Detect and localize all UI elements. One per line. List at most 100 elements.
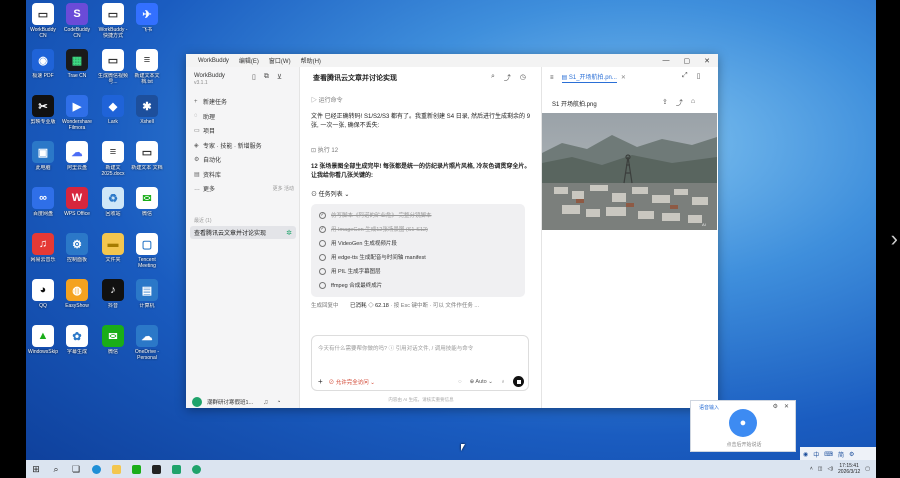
explorer-icon[interactable] bbox=[106, 460, 126, 478]
desktop-icon[interactable]: ◉ 极速 PDF bbox=[26, 49, 60, 85]
sidebar-item[interactable]: ▤ 资料库 bbox=[194, 169, 294, 180]
desktop-icon[interactable]: W WPS Office bbox=[60, 187, 94, 223]
desktop-icon[interactable]: ☁ 阿里云盘 bbox=[60, 141, 94, 177]
desktop-icon[interactable]: ♻ 回收站 bbox=[96, 187, 130, 223]
menu-edit[interactable]: 编辑(E) bbox=[239, 56, 259, 65]
tray-arrow-icon[interactable]: ˄ bbox=[810, 466, 813, 472]
copy-icon[interactable]: ⧉ bbox=[264, 73, 269, 81]
filter-icon[interactable]: ⊻ bbox=[277, 73, 282, 81]
wechat-taskbar-icon[interactable] bbox=[126, 460, 146, 478]
sidebar-item[interactable]: + 新建任务 bbox=[194, 96, 294, 107]
pin-icon[interactable]: ✲ bbox=[286, 229, 292, 237]
taskbar-search-icon[interactable]: ⌕ bbox=[46, 460, 66, 478]
maximize-icon[interactable]: ▢ bbox=[684, 57, 691, 65]
desktop-icon[interactable]: ▤ 计算机 bbox=[130, 279, 164, 315]
terminal-taskbar-icon[interactable] bbox=[146, 460, 166, 478]
desktop-icon[interactable]: ▭ 新建文本 文档 bbox=[130, 141, 164, 177]
task-item[interactable]: 用 PIL 生成字幕图层 bbox=[319, 267, 381, 275]
chat-input[interactable]: 今天有什么需要帮你做的吗? ⓘ 引用对话文件, / 调用技能与命令 + ⊘ 允许… bbox=[311, 335, 529, 391]
ime-logo-icon[interactable]: ◉ bbox=[803, 451, 808, 458]
sidebar-item[interactable]: ⚙ 自动化 bbox=[194, 154, 294, 165]
microphone-button[interactable]: ● bbox=[729, 409, 757, 437]
panel-icon[interactable]: ▯ bbox=[697, 72, 701, 80]
upload-icon[interactable]: ⇪ bbox=[662, 98, 668, 108]
task-item[interactable]: 用 edge-tts 生成配音与时间轴 manifest bbox=[319, 253, 426, 261]
desktop-icon[interactable]: ♪ 抖音 bbox=[96, 279, 130, 315]
tab-close-icon[interactable]: ✕ bbox=[621, 74, 626, 81]
stop-button[interactable] bbox=[513, 376, 524, 387]
desktop-icon[interactable]: ≡ 新建文 2025.docx bbox=[96, 141, 130, 177]
desktop-icon[interactable]: ◍ EasyShow bbox=[60, 279, 94, 315]
desktop-icon[interactable]: ▬ 文件夹 bbox=[96, 233, 130, 269]
preview-tab[interactable]: ▤ S1_开场航拍.pn... bbox=[561, 72, 617, 83]
ime-settings-icon[interactable]: ⚙ bbox=[849, 451, 854, 458]
start-icon[interactable]: ⊞ bbox=[26, 460, 46, 478]
share-file-icon[interactable]: ⤴ bbox=[676, 98, 683, 108]
expand-icon[interactable]: ⤢ bbox=[682, 72, 688, 80]
sidebar-item[interactable]: ◈ 专家 · 技能 · 新增服务 bbox=[194, 140, 294, 151]
desktop-icon[interactable]: ✈ 飞书 bbox=[130, 3, 164, 39]
user-area[interactable]: 潮群研讨寒假班1... ♫ ◔ bbox=[192, 397, 281, 407]
task-item[interactable]: 用 VideoGen 生成视频片段 bbox=[319, 239, 397, 247]
run-command-step[interactable]: ▷ 运行命令 bbox=[311, 97, 533, 106]
task-list-header[interactable]: ⊙ 任务列表 ⌄ bbox=[311, 191, 533, 200]
menu-window[interactable]: 窗口(W) bbox=[269, 56, 291, 65]
bell-icon[interactable]: ♫ bbox=[263, 399, 268, 406]
task-item[interactable]: ✓ 仿写脚本《阿诺的矿业危》 完整分镜脚本 bbox=[319, 211, 432, 219]
app-taskbar-icon[interactable] bbox=[166, 460, 186, 478]
edge-icon[interactable] bbox=[86, 460, 106, 478]
desktop-icon[interactable]: ▭ WorkBuddy - 快捷方式 bbox=[96, 3, 130, 39]
desktop-icon[interactable]: ✱ Xshell bbox=[130, 95, 164, 131]
desktop-icon[interactable]: ✿ 字幕生成 bbox=[60, 325, 94, 361]
sidebar-item[interactable]: ◌ 助理 bbox=[194, 111, 294, 122]
sidebar-item[interactable]: … 更多 更多 活动 bbox=[194, 183, 294, 194]
history-icon[interactable]: ◷ bbox=[520, 73, 526, 83]
list-toggle-icon[interactable]: ≡ bbox=[550, 75, 554, 81]
desktop-icon[interactable]: ▭ WorkBuddy CN bbox=[26, 3, 60, 39]
desktop-icon[interactable]: ⚙ 控制面板 bbox=[60, 233, 94, 269]
add-icon[interactable]: + bbox=[318, 377, 323, 386]
preview-image[interactable]: AI bbox=[542, 113, 717, 230]
ime-simplified[interactable]: 简 bbox=[838, 450, 844, 459]
desktop-icon[interactable]: ✂ 剪映专业版 bbox=[26, 95, 60, 131]
mic-icon[interactable]: ♁ bbox=[501, 379, 505, 385]
menu-help[interactable]: 帮助(H) bbox=[301, 56, 321, 65]
ime-keyboard-icon[interactable]: ⌨ bbox=[824, 451, 833, 458]
avatar[interactable] bbox=[192, 397, 202, 407]
desktop-icon[interactable]: ◆ Lark bbox=[96, 95, 130, 131]
workbuddy-taskbar-icon[interactable] bbox=[186, 460, 206, 478]
desktop-icon[interactable]: ✉ 微信 bbox=[130, 187, 164, 223]
network-icon[interactable]: ◫ bbox=[818, 466, 823, 472]
folder-icon[interactable]: ⌂ bbox=[691, 98, 695, 108]
mode-dropdown[interactable]: ⊕ Auto ⌄ bbox=[470, 379, 493, 385]
desktop-icon[interactable]: ◕ QQ bbox=[26, 279, 60, 315]
layout-icon[interactable]: ▯ bbox=[252, 73, 256, 81]
sidebar-item[interactable]: ▭ 项目 bbox=[194, 125, 294, 136]
run-step[interactable]: ⊡ 执行 12 bbox=[311, 147, 533, 156]
settings-icon[interactable]: ⚙ bbox=[773, 403, 778, 410]
sidebar-active-task[interactable]: 查看腾讯云文章并讨论实现 ✲ bbox=[190, 226, 296, 239]
clock[interactable]: 17:15:41 2026/3/12 bbox=[838, 463, 860, 475]
search-icon[interactable]: ⌕ bbox=[491, 73, 495, 83]
desktop-icon[interactable]: ▶ Wondershare Filmora bbox=[60, 95, 94, 131]
task-item[interactable]: ffmpeg 合成最终成片 bbox=[319, 281, 382, 289]
desktop-icon[interactable]: S CodeBuddy CN bbox=[60, 3, 94, 39]
permission-dropdown[interactable]: ⊘ 允许完全访问 ⌄ bbox=[329, 378, 375, 386]
notification-icon[interactable]: ▢ bbox=[865, 466, 870, 472]
close-icon[interactable]: ✕ bbox=[704, 57, 710, 65]
desktop-icon[interactable]: ▲ WindowsSkip bbox=[26, 325, 60, 361]
desktop-icon[interactable]: ▦ Trae CN bbox=[60, 49, 94, 85]
desktop-icon[interactable]: ♫ 网易云音乐 bbox=[26, 233, 60, 269]
minimize-icon[interactable]: — bbox=[663, 57, 670, 65]
desktop-icon[interactable]: ▭ 生成微信视频 号... bbox=[96, 49, 130, 85]
voice-close-icon[interactable]: ✕ bbox=[784, 403, 789, 410]
ime-mode-chinese[interactable]: 中 bbox=[813, 450, 819, 459]
desktop-icon[interactable]: ▣ 此电脑 bbox=[26, 141, 60, 177]
share-icon[interactable]: ⤴ bbox=[504, 73, 511, 83]
desktop-icon[interactable]: ✉ 微信 bbox=[96, 325, 130, 361]
chat-icon[interactable]: ◔ bbox=[276, 399, 280, 406]
desktop-icon[interactable]: ☁ OneDrive - Personal bbox=[130, 325, 164, 361]
task-view-icon[interactable]: ❏ bbox=[66, 460, 86, 478]
desktop-icon[interactable]: ≡ 新建文本文 档.txt bbox=[130, 49, 164, 85]
chevron-right-icon[interactable]: › bbox=[891, 226, 898, 252]
